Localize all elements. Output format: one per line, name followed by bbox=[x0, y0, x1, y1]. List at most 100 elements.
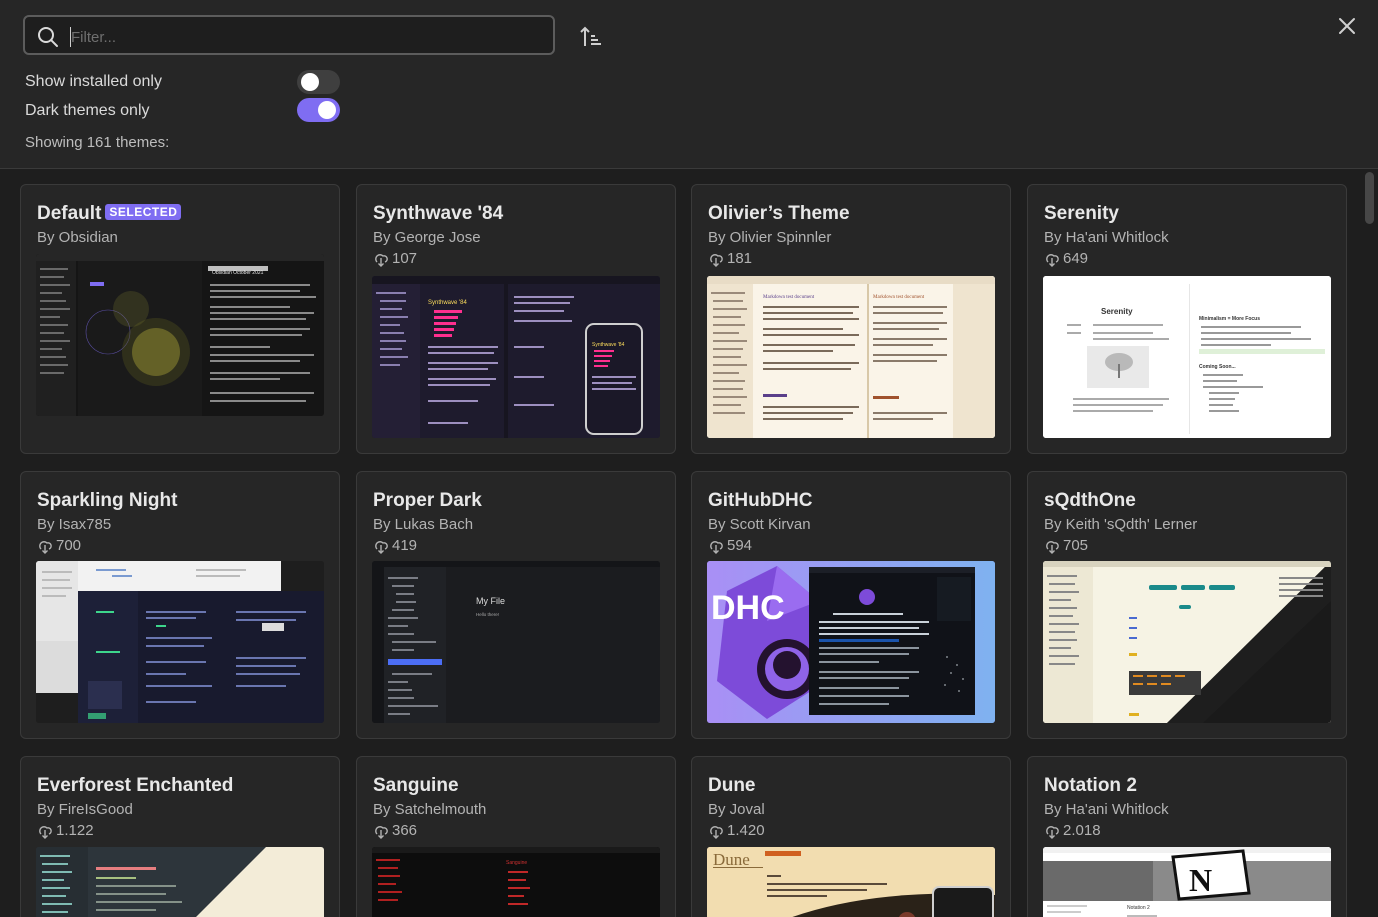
theme-preview-olivier: Markdown test document Markdown test doc… bbox=[707, 276, 995, 438]
theme-grid: Default SELECTED By Obsidian Obsidian Oct… bbox=[0, 169, 1378, 917]
theme-author: By Lukas Bach bbox=[373, 516, 474, 533]
theme-card-serenity[interactable]: Serenity By Ha'ani Whitlock 649 Serenity… bbox=[1027, 184, 1347, 454]
svg-text:N: N bbox=[1189, 862, 1212, 898]
theme-author: By George Jose bbox=[373, 229, 481, 246]
theme-downloads: 705 bbox=[1044, 537, 1088, 554]
theme-title: Dune bbox=[708, 775, 756, 796]
theme-preview-sparkling-night bbox=[36, 561, 324, 723]
theme-title: Sanguine bbox=[373, 775, 459, 796]
dark-themes-label: Dark themes only bbox=[25, 102, 150, 119]
svg-text:Markdown test document: Markdown test document bbox=[763, 295, 815, 300]
download-icon bbox=[710, 826, 723, 839]
theme-downloads: 1.122 bbox=[37, 822, 94, 839]
download-icon bbox=[1046, 826, 1059, 839]
theme-author: By Ha'ani Whitlock bbox=[1044, 801, 1169, 818]
theme-card-githubdhc[interactable]: GitHubDHC By Scott Kirvan 594 DHC bbox=[691, 471, 1011, 739]
theme-downloads: 594 bbox=[708, 537, 752, 554]
theme-card-synthwave[interactable]: Synthwave '84 By George Jose 107 Synthwa… bbox=[356, 184, 676, 454]
theme-downloads: 649 bbox=[1044, 250, 1088, 267]
svg-text:Markdown test document: Markdown test document bbox=[873, 295, 925, 300]
theme-card-notation-2[interactable]: Notation 2 By Ha'ani Whitlock 2.018 N No… bbox=[1027, 756, 1347, 917]
theme-title: Synthwave '84 bbox=[373, 203, 504, 224]
theme-card-dune[interactable]: Dune By Joval 1.420 Dune bbox=[691, 756, 1011, 917]
theme-downloads: 181 bbox=[708, 250, 752, 267]
filter-search-box[interactable] bbox=[23, 15, 555, 55]
theme-preview-dune: Dune bbox=[707, 847, 995, 917]
show-installed-label: Show installed only bbox=[25, 73, 162, 90]
theme-downloads: 366 bbox=[373, 822, 417, 839]
theme-author: By Ha'ani Whitlock bbox=[1044, 229, 1169, 246]
svg-text:Synthwave '84: Synthwave '84 bbox=[428, 300, 467, 306]
theme-preview-notation: N Notation 2 bbox=[1043, 847, 1331, 917]
theme-author: By Olivier Spinnler bbox=[708, 229, 832, 246]
theme-preview-serenity: Serenity Minimalism = More Focus Coming … bbox=[1043, 276, 1331, 438]
download-icon bbox=[710, 541, 723, 554]
theme-card-sqdthone[interactable]: sQdthOne By Keith 'sQdth' Lerner 705 bbox=[1027, 471, 1347, 739]
svg-text:Notation 2: Notation 2 bbox=[1127, 905, 1150, 911]
svg-text:Minimalism = More Focus: Minimalism = More Focus bbox=[1199, 316, 1260, 322]
scrollbar-thumb[interactable] bbox=[1365, 172, 1374, 224]
svg-text:Serenity: Serenity bbox=[1101, 307, 1133, 316]
theme-browser-header: Show installed only Dark themes only Sho… bbox=[0, 0, 1378, 169]
theme-preview-proper-dark: My File Hello there! bbox=[372, 561, 660, 723]
theme-author: By Keith 'sQdth' Lerner bbox=[1044, 516, 1198, 533]
svg-text:Synthwave '84: Synthwave '84 bbox=[592, 342, 625, 348]
sort-order-icon[interactable] bbox=[579, 25, 603, 49]
download-icon bbox=[375, 254, 388, 267]
download-icon bbox=[375, 541, 388, 554]
svg-text:My File: My File bbox=[476, 596, 505, 606]
theme-card-everforest-enchanted[interactable]: Everforest Enchanted By FireIsGood 1.122 bbox=[20, 756, 340, 917]
theme-title: Sparkling Night bbox=[37, 490, 178, 511]
theme-title: Default SELECTED bbox=[37, 203, 182, 225]
theme-card-sanguine[interactable]: Sanguine By Satchelmouth 366 Sanguine bbox=[356, 756, 676, 917]
theme-card-sparkling-night[interactable]: Sparkling Night By Isax785 700 bbox=[20, 471, 340, 739]
svg-text:Sanguine: Sanguine bbox=[506, 860, 527, 866]
download-icon bbox=[375, 826, 388, 839]
filter-input[interactable] bbox=[69, 23, 543, 51]
theme-author: By Scott Kirvan bbox=[708, 516, 811, 533]
selected-badge: SELECTED bbox=[105, 204, 182, 220]
theme-author: By Isax785 bbox=[37, 516, 112, 533]
theme-author: By Obsidian bbox=[37, 229, 118, 246]
svg-text:DHC: DHC bbox=[711, 589, 785, 627]
theme-card-proper-dark[interactable]: Proper Dark By Lukas Bach 419 My File He… bbox=[356, 471, 676, 739]
svg-text:Hello there!: Hello there! bbox=[476, 612, 499, 617]
show-installed-toggle[interactable] bbox=[297, 70, 340, 94]
theme-downloads: 107 bbox=[373, 250, 417, 267]
download-icon bbox=[1046, 541, 1059, 554]
theme-downloads: 700 bbox=[37, 537, 81, 554]
theme-author: By Joval bbox=[708, 801, 765, 818]
theme-title: Serenity bbox=[1044, 203, 1119, 224]
theme-preview-sqdthone bbox=[1043, 561, 1331, 723]
theme-title: Notation 2 bbox=[1044, 775, 1137, 796]
theme-title: Everforest Enchanted bbox=[37, 775, 234, 796]
theme-author: By FireIsGood bbox=[37, 801, 133, 818]
text-cursor bbox=[70, 27, 71, 47]
theme-preview-everforest bbox=[36, 847, 324, 917]
theme-card-default[interactable]: Default SELECTED By Obsidian Obsidian Oct… bbox=[20, 184, 340, 454]
dark-themes-toggle[interactable] bbox=[297, 98, 340, 122]
download-icon bbox=[39, 541, 52, 554]
close-icon[interactable] bbox=[1336, 15, 1358, 37]
themes-count-text: Showing 161 themes: bbox=[25, 134, 170, 151]
theme-downloads: 1.420 bbox=[708, 822, 765, 839]
theme-card-olivier[interactable]: Olivier’s Theme By Olivier Spinnler 181 … bbox=[691, 184, 1011, 454]
svg-text:Obsidian October 2021: Obsidian October 2021 bbox=[212, 270, 264, 276]
theme-title: sQdthOne bbox=[1044, 490, 1136, 511]
theme-downloads: 419 bbox=[373, 537, 417, 554]
theme-title: GitHubDHC bbox=[708, 490, 813, 511]
theme-preview-synthwave: Synthwave '84 Synthwave '84 bbox=[372, 276, 660, 438]
search-icon bbox=[38, 27, 58, 47]
theme-preview-default: Obsidian October 2021 bbox=[36, 254, 324, 416]
svg-text:Coming Soon...: Coming Soon... bbox=[1199, 364, 1236, 370]
theme-title: Proper Dark bbox=[373, 490, 482, 511]
theme-downloads: 2.018 bbox=[1044, 822, 1101, 839]
theme-preview-sanguine: Sanguine bbox=[372, 847, 660, 917]
theme-author: By Satchelmouth bbox=[373, 801, 487, 818]
download-icon bbox=[39, 826, 52, 839]
theme-title: Olivier’s Theme bbox=[708, 203, 850, 224]
svg-text:Dune: Dune bbox=[713, 850, 750, 869]
download-icon bbox=[1046, 254, 1059, 267]
theme-preview-githubdhc: DHC bbox=[707, 561, 995, 723]
download-icon bbox=[710, 254, 723, 267]
